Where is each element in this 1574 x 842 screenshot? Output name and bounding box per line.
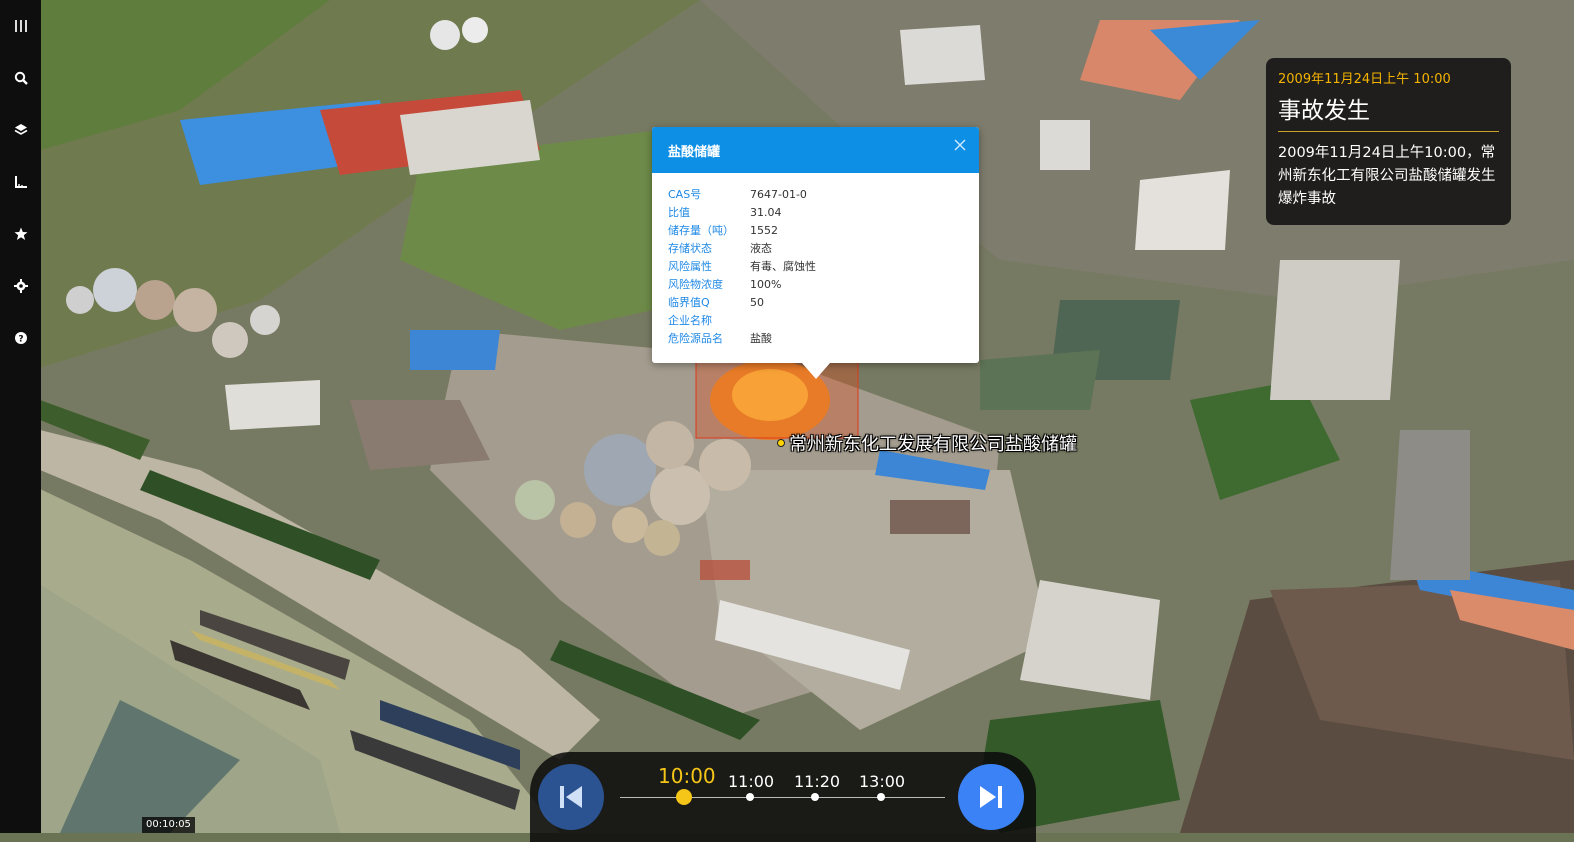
timeline-point[interactable] <box>811 793 819 801</box>
event-time: 2009年11月24日上午 10:00 <box>1278 72 1451 87</box>
property-key: 比值 <box>668 206 690 219</box>
property-row: 储存量（吨） 1552 <box>668 221 963 239</box>
event-description: 2009年11月24日上午10:00，常州新东化工有限公司盐酸储罐发生爆炸事故 <box>1278 145 1496 207</box>
marker-text: 常州新东化工发展有限公司盐酸储罐 <box>789 434 1077 455</box>
property-key: CAS号 <box>668 188 702 201</box>
layout-button[interactable] <box>0 0 41 52</box>
skip-previous-icon <box>560 786 582 808</box>
search-button[interactable] <box>0 52 41 104</box>
previous-step-button[interactable] <box>538 764 604 830</box>
timeline-label: 11:20 <box>794 772 841 791</box>
property-value: 50 <box>750 295 764 309</box>
property-key: 存储状态 <box>668 242 712 255</box>
timeline-label: 10:00 <box>658 764 716 788</box>
help-icon: ? <box>14 331 28 345</box>
map-marker-label[interactable]: 常州新东化工发展有限公司盐酸储罐 <box>777 430 1077 456</box>
layers-icon <box>14 123 28 137</box>
timeline-label: 13:00 <box>859 772 906 791</box>
property-key: 储存量（吨） <box>668 224 734 237</box>
layers-button[interactable] <box>0 104 41 156</box>
property-value: 盐酸 <box>750 332 772 345</box>
property-row: 比值 31.04 <box>668 203 963 221</box>
popup-close-button[interactable] <box>951 136 969 154</box>
marker-dot-icon <box>777 439 785 447</box>
next-step-button[interactable] <box>958 764 1024 830</box>
settings-button[interactable] <box>0 260 41 312</box>
popup-properties: CAS号 7647-01-0 比值 31.04 储存量（吨） 1552 存储状态… <box>652 173 979 347</box>
popup-header: 盐酸储罐 <box>652 127 979 173</box>
property-value: 100% <box>750 277 782 291</box>
popup-pointer <box>802 363 830 379</box>
property-key: 危险源品名 <box>668 332 723 345</box>
property-value: 31.04 <box>750 205 782 219</box>
info-popup: 盐酸储罐 CAS号 7647-01-0 比值 31.04 储存量（吨） 1552… <box>652 127 979 379</box>
timeline-point[interactable] <box>877 793 885 801</box>
property-value: 有毒、腐蚀性 <box>750 260 816 273</box>
property-row: 企业名称 <box>668 311 963 329</box>
gear-icon <box>13 279 28 293</box>
star-icon <box>14 227 28 241</box>
property-value: 液态 <box>750 242 772 255</box>
popup-title: 盐酸储罐 <box>668 144 721 160</box>
property-row: 临界值Q 50 <box>668 293 963 311</box>
property-value: 7647-01-0 <box>750 187 807 201</box>
property-key: 风险属性 <box>668 260 712 273</box>
property-key: 企业名称 <box>668 314 712 327</box>
timeline-track <box>620 797 945 798</box>
skip-next-icon <box>980 786 1002 808</box>
layout-icon <box>14 19 28 33</box>
measure-icon <box>14 175 28 189</box>
property-key: 临界值Q <box>668 296 710 309</box>
help-button[interactable]: ? <box>0 312 41 364</box>
property-value: 1552 <box>750 223 778 237</box>
event-divider <box>1278 131 1499 132</box>
timeline-point[interactable] <box>676 789 692 805</box>
event-card: 2009年11月24日上午 10:00 事故发生 2009年11月24日上午10… <box>1266 58 1511 225</box>
property-row: 存储状态 液态 <box>668 239 963 257</box>
favorites-button[interactable] <box>0 208 41 260</box>
left-toolbar: ? <box>0 0 41 833</box>
measure-button[interactable] <box>0 156 41 208</box>
close-icon <box>954 139 966 151</box>
timeline-point[interactable] <box>746 793 754 801</box>
elapsed-time: 00:10:05 <box>142 817 195 833</box>
timeline-label: 11:00 <box>728 772 775 791</box>
property-row: 风险属性 有毒、腐蚀性 <box>668 257 963 275</box>
property-row: 危险源品名 盐酸 <box>668 329 963 347</box>
svg-text:?: ? <box>18 335 23 345</box>
property-row: CAS号 7647-01-0 <box>668 185 963 203</box>
property-row: 风险物浓度 100% <box>668 275 963 293</box>
event-title: 事故发生 <box>1278 98 1370 124</box>
timeline-bar: 10:00 11:00 11:20 13:00 <box>530 752 1036 842</box>
property-key: 风险物浓度 <box>668 278 723 291</box>
search-icon <box>14 71 28 85</box>
